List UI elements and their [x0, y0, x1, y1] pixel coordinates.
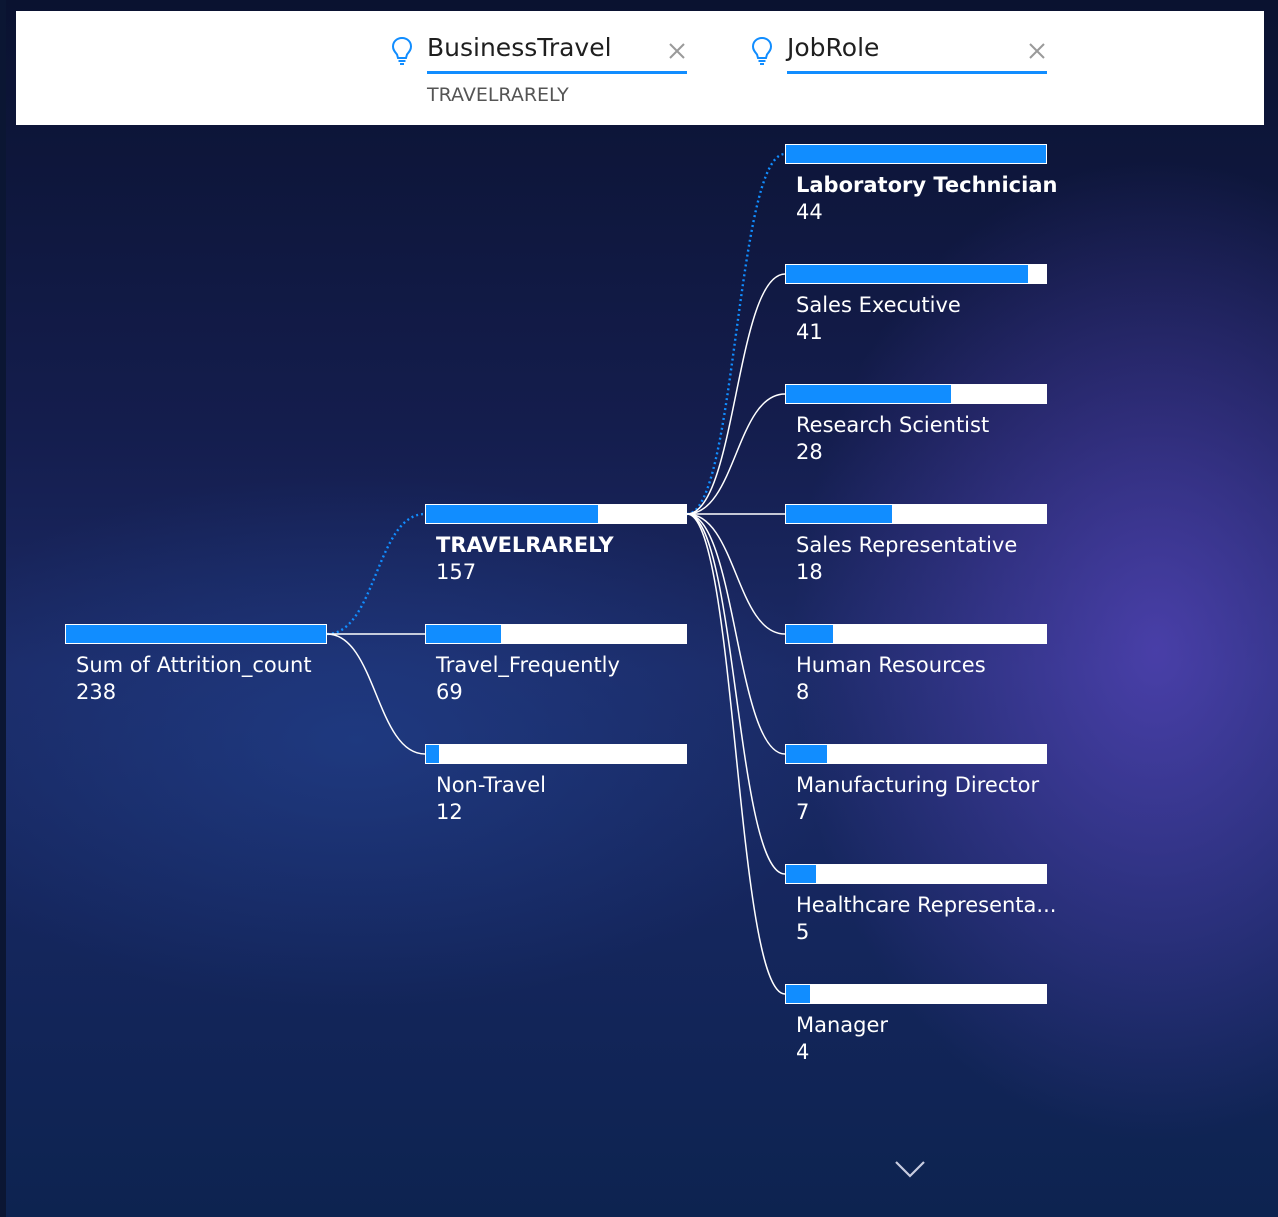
- selected-path-connector: [686, 152, 786, 516]
- node-value: 4: [796, 1040, 810, 1064]
- node-value: 44: [796, 200, 823, 224]
- node-bar-track: [785, 864, 1047, 884]
- node-bar-fill: [786, 265, 1029, 283]
- chevron-down-icon[interactable]: [893, 1158, 927, 1180]
- tree-connector: [686, 513, 786, 995]
- node-bar-track: [785, 144, 1047, 164]
- node-value: 12: [436, 800, 463, 824]
- node-bar-track: [425, 624, 687, 644]
- node-bar-fill: [786, 505, 893, 523]
- node-bar-fill: [786, 985, 810, 1003]
- node-value: 28: [796, 440, 823, 464]
- node-bar-track: [785, 744, 1047, 764]
- selected-path-connector: [326, 512, 426, 636]
- node-value: 41: [796, 320, 823, 344]
- node-bar-track: [425, 504, 687, 524]
- node-value: 157: [436, 560, 477, 584]
- node-bar-fill: [426, 625, 502, 643]
- node-label: Travel_Frequently: [436, 653, 620, 677]
- node-bar-track: [785, 624, 1047, 644]
- node-bar-fill: [426, 745, 440, 763]
- node-label: TRAVELRARELY: [436, 533, 614, 557]
- node-label: Laboratory Technician: [796, 173, 1058, 197]
- node-label: Manufacturing Director: [796, 773, 1040, 797]
- node-value: 7: [796, 800, 810, 824]
- node-bar-fill: [786, 145, 1046, 163]
- node-bar-track: [785, 384, 1047, 404]
- tree-connectors: [326, 152, 786, 995]
- node-bar-fill: [786, 745, 828, 763]
- node-value: 18: [796, 560, 823, 584]
- tree-connector: [686, 513, 786, 755]
- node-bar-fill: [786, 385, 952, 403]
- node-value: 69: [436, 680, 463, 704]
- node-label: Sum of Attrition_count: [76, 653, 312, 677]
- node-bar-fill: [66, 625, 326, 643]
- node-bar-track: [65, 624, 327, 644]
- node-label: Research Scientist: [796, 413, 990, 437]
- node-bar-fill: [786, 625, 834, 643]
- node-bar-track: [785, 984, 1047, 1004]
- node-label: Healthcare Representa...: [796, 893, 1057, 917]
- node-bar-track: [425, 744, 687, 764]
- node-bar-fill: [786, 865, 816, 883]
- node-bar-track: [785, 264, 1047, 284]
- tree-connector: [686, 513, 786, 875]
- node-label: Human Resources: [796, 653, 986, 677]
- node-label: Manager: [796, 1013, 889, 1037]
- node-value: 8: [796, 680, 810, 704]
- node-bar-fill: [426, 505, 598, 523]
- node-bar-track: [785, 504, 1047, 524]
- node-value: 5: [796, 920, 810, 944]
- node-label: Sales Executive: [796, 293, 961, 317]
- tree-connector: [326, 633, 426, 755]
- node-value: 238: [76, 680, 117, 704]
- tree-connector: [686, 393, 786, 515]
- node-label: Non-Travel: [436, 773, 546, 797]
- tree-connector: [686, 273, 786, 515]
- node-label: Sales Representative: [796, 533, 1018, 557]
